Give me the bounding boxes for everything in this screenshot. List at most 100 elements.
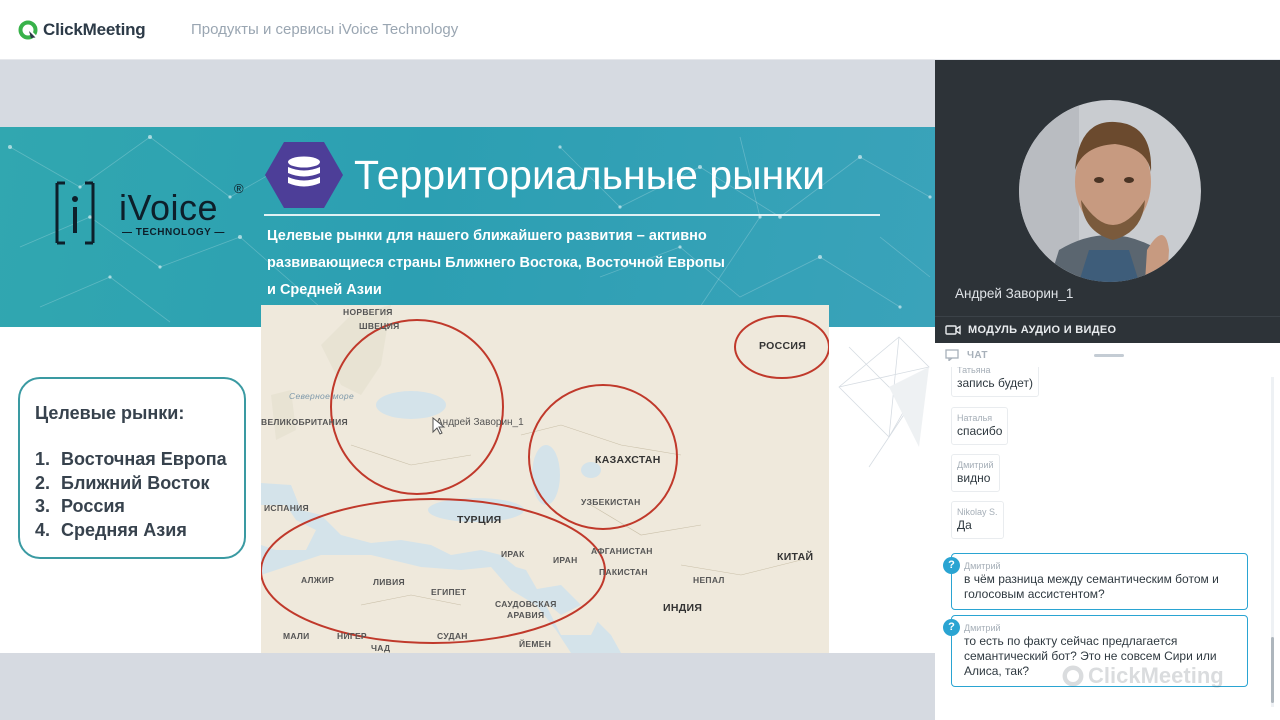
- presenter-cursor: Андрей Заворин_1: [432, 417, 524, 435]
- question-icon: ?: [943, 557, 960, 574]
- chat-scrollbar[interactable]: [1271, 377, 1274, 707]
- map-label-egypt: ЕГИПЕТ: [431, 587, 467, 597]
- map-label-uzbekistan: УЗБЕКИСТАН: [581, 497, 641, 507]
- slide-subtitle: Целевые рынки для нашего ближайшего разв…: [267, 223, 747, 304]
- watermark-text: ClickMeeting: [1088, 663, 1224, 688]
- map-label-mali: МАЛИ: [283, 631, 310, 641]
- ivoice-subtitle: — TECHNOLOGY —: [122, 227, 225, 238]
- clickmeeting-logo-icon: [18, 20, 38, 40]
- map-label-india: ИНДИЯ: [663, 602, 703, 614]
- message-text-line: голосовым ассистентом?: [964, 587, 1105, 601]
- map-label-spain: ИСПАНИЯ: [264, 503, 309, 513]
- map-label-iran: ИРАН: [553, 555, 578, 565]
- ivoice-logo: iVoice ® — TECHNOLOGY —: [55, 179, 255, 249]
- message-text-line: в чём разница между семантическим ботом …: [964, 572, 1219, 586]
- slide-title: Территориальные рынки: [354, 152, 826, 198]
- side-panel: Андрей Заворин_1 МОДУЛЬ АУДИО И ВИДЕО ЧА…: [935, 60, 1280, 720]
- slide-header: iVoice ® — TECHNOLOGY — Территориальные …: [0, 127, 935, 327]
- message-text: спасибо: [957, 424, 1003, 438]
- message-author: Татьяна: [957, 367, 991, 375]
- markets-list: 1. Восточная Европа 2. Ближний Восток 3. Ро…: [35, 449, 227, 543]
- clickmeeting-watermark-icon: [1062, 665, 1084, 687]
- message-text: Да: [957, 518, 972, 532]
- question-icon: ?: [943, 619, 960, 636]
- map-label-russia: РОССИЯ: [759, 340, 807, 352]
- message-author: Дмитрий: [957, 460, 994, 470]
- presentation-slide: iVoice ® — TECHNOLOGY — Территориальные …: [0, 127, 935, 653]
- market-number: 3.: [35, 496, 51, 516]
- map-label-sweden: ШВЕЦИЯ: [359, 321, 400, 331]
- map-label-turkey: ТУРЦИЯ: [457, 514, 502, 526]
- chat-message: Nikolay S. Да: [951, 501, 1004, 539]
- map-label-libya: ЛИВИЯ: [373, 577, 405, 587]
- camera-icon: [945, 325, 961, 335]
- presenter-video: [1019, 100, 1201, 282]
- chat-header[interactable]: ЧАТ: [935, 343, 1280, 367]
- presentation-stage: iVoice ® — TECHNOLOGY — Территориальные …: [0, 60, 935, 720]
- chat-icon: [945, 349, 959, 361]
- chat-question: ? Дмитрий в чём разница между семантичес…: [943, 553, 1248, 610]
- message-author: Наталья: [957, 413, 993, 423]
- ivoice-name: iVoice: [119, 187, 219, 228]
- chat-scroll-thumb[interactable]: [1271, 637, 1274, 703]
- map-label-saudi-arabia-2: АРАВИЯ: [507, 610, 545, 620]
- top-bar: ClickMeeting Продукты и сервисы iVoice T…: [0, 0, 1280, 60]
- market-label: Ближний Восток: [61, 472, 210, 493]
- map-label-chad: ЧАД: [371, 643, 391, 653]
- market-item: 3. Россия: [35, 496, 227, 520]
- target-markets-box: Целевые рынки: 1. Восточная Европа 2. Ближ…: [18, 377, 246, 559]
- map-label-niger: НИГЕР: [337, 631, 367, 641]
- meeting-title: Продукты и сервисы iVoice Technology: [191, 21, 459, 38]
- database-icon: [265, 142, 343, 208]
- map-label-saudi-arabia: САУДОВСКАЯ: [495, 599, 557, 609]
- chat-message: Татьяна запись будет): [951, 367, 1039, 397]
- subtitle-line: Целевые рынки для нашего ближайшего разв…: [267, 228, 707, 244]
- map-label-sea: Северное море: [289, 391, 354, 401]
- presenter-avatar[interactable]: [1019, 100, 1201, 282]
- message-text-line: семантический бот? Это не совсем Сири ил…: [964, 649, 1217, 663]
- market-number: 4.: [35, 519, 51, 540]
- chat-label: ЧАТ: [967, 349, 988, 361]
- message-text: видно: [957, 471, 991, 485]
- map-label-afghanistan: АФГАНИСТАН: [591, 546, 653, 556]
- map-label-pakistan: ПАКИСТАН: [599, 567, 648, 577]
- message-author: Дмитрий: [964, 623, 1001, 633]
- av-module-label: МОДУЛЬ АУДИО И ВИДЕО: [968, 324, 1117, 336]
- subtitle-line: и Средней Азии: [267, 282, 382, 298]
- map-label-china: КИТАЙ: [777, 551, 814, 563]
- chat-message: Наталья спасибо: [951, 407, 1009, 445]
- map-label-algeria: АЛЖИР: [301, 575, 335, 585]
- map-label-norway: НОРВЕГИЯ: [343, 307, 393, 317]
- panel-resize-handle[interactable]: [1094, 354, 1124, 357]
- map-label-kazakhstan: КАЗАХСТАН: [595, 454, 661, 466]
- market-label: Россия: [61, 496, 125, 516]
- market-item: 1. Восточная Европа: [35, 449, 227, 473]
- ivoice-i-mark: [55, 181, 95, 245]
- chat-messages[interactable]: Татьяна запись будет) Наталья спасибо Дм…: [935, 367, 1280, 720]
- markets-title: Целевые рынки:: [35, 403, 185, 423]
- market-item: 4. Средняя Азия: [35, 520, 227, 544]
- market-label: Восточная Европа: [61, 449, 227, 469]
- presenter-name: Андрей Заворин_1: [955, 286, 1074, 301]
- market-number: 2.: [35, 472, 51, 493]
- message-author: Дмитрий: [964, 561, 1001, 571]
- brand-name: ClickMeeting: [43, 20, 146, 39]
- market-number: 1.: [35, 449, 51, 469]
- market-label: Средняя Азия: [61, 519, 187, 540]
- map-label-yemen: ЙЕМЕН: [519, 639, 552, 649]
- message-text-line: то есть по факту сейчас предлагается: [964, 634, 1178, 648]
- map-label-iraq: ИРАК: [501, 549, 525, 559]
- decorative-shape: [838, 336, 930, 468]
- title-divider: [264, 214, 880, 216]
- region-map: РОССИЯ КАЗАХСТАН УЗБЕКИСТАН НОРВЕГИЯ ШВЕ…: [261, 305, 829, 653]
- cursor-icon: [432, 417, 446, 435]
- map-label-sudan: СУДАН: [437, 631, 468, 641]
- map-label-nepal: НЕПАЛ: [693, 575, 725, 585]
- message-author: Nikolay S.: [957, 507, 998, 517]
- chat-message: Дмитрий видно: [951, 454, 1000, 492]
- video-module: Андрей Заворин_1 МОДУЛЬ АУДИО И ВИДЕО: [935, 60, 1280, 343]
- cursor-user-name: Андрей Заворин_1: [436, 417, 524, 428]
- clickmeeting-logo[interactable]: ClickMeeting: [18, 18, 146, 42]
- market-item: 2. Ближний Восток: [35, 473, 227, 497]
- av-module-header[interactable]: МОДУЛЬ АУДИО И ВИДЕО: [935, 316, 1280, 343]
